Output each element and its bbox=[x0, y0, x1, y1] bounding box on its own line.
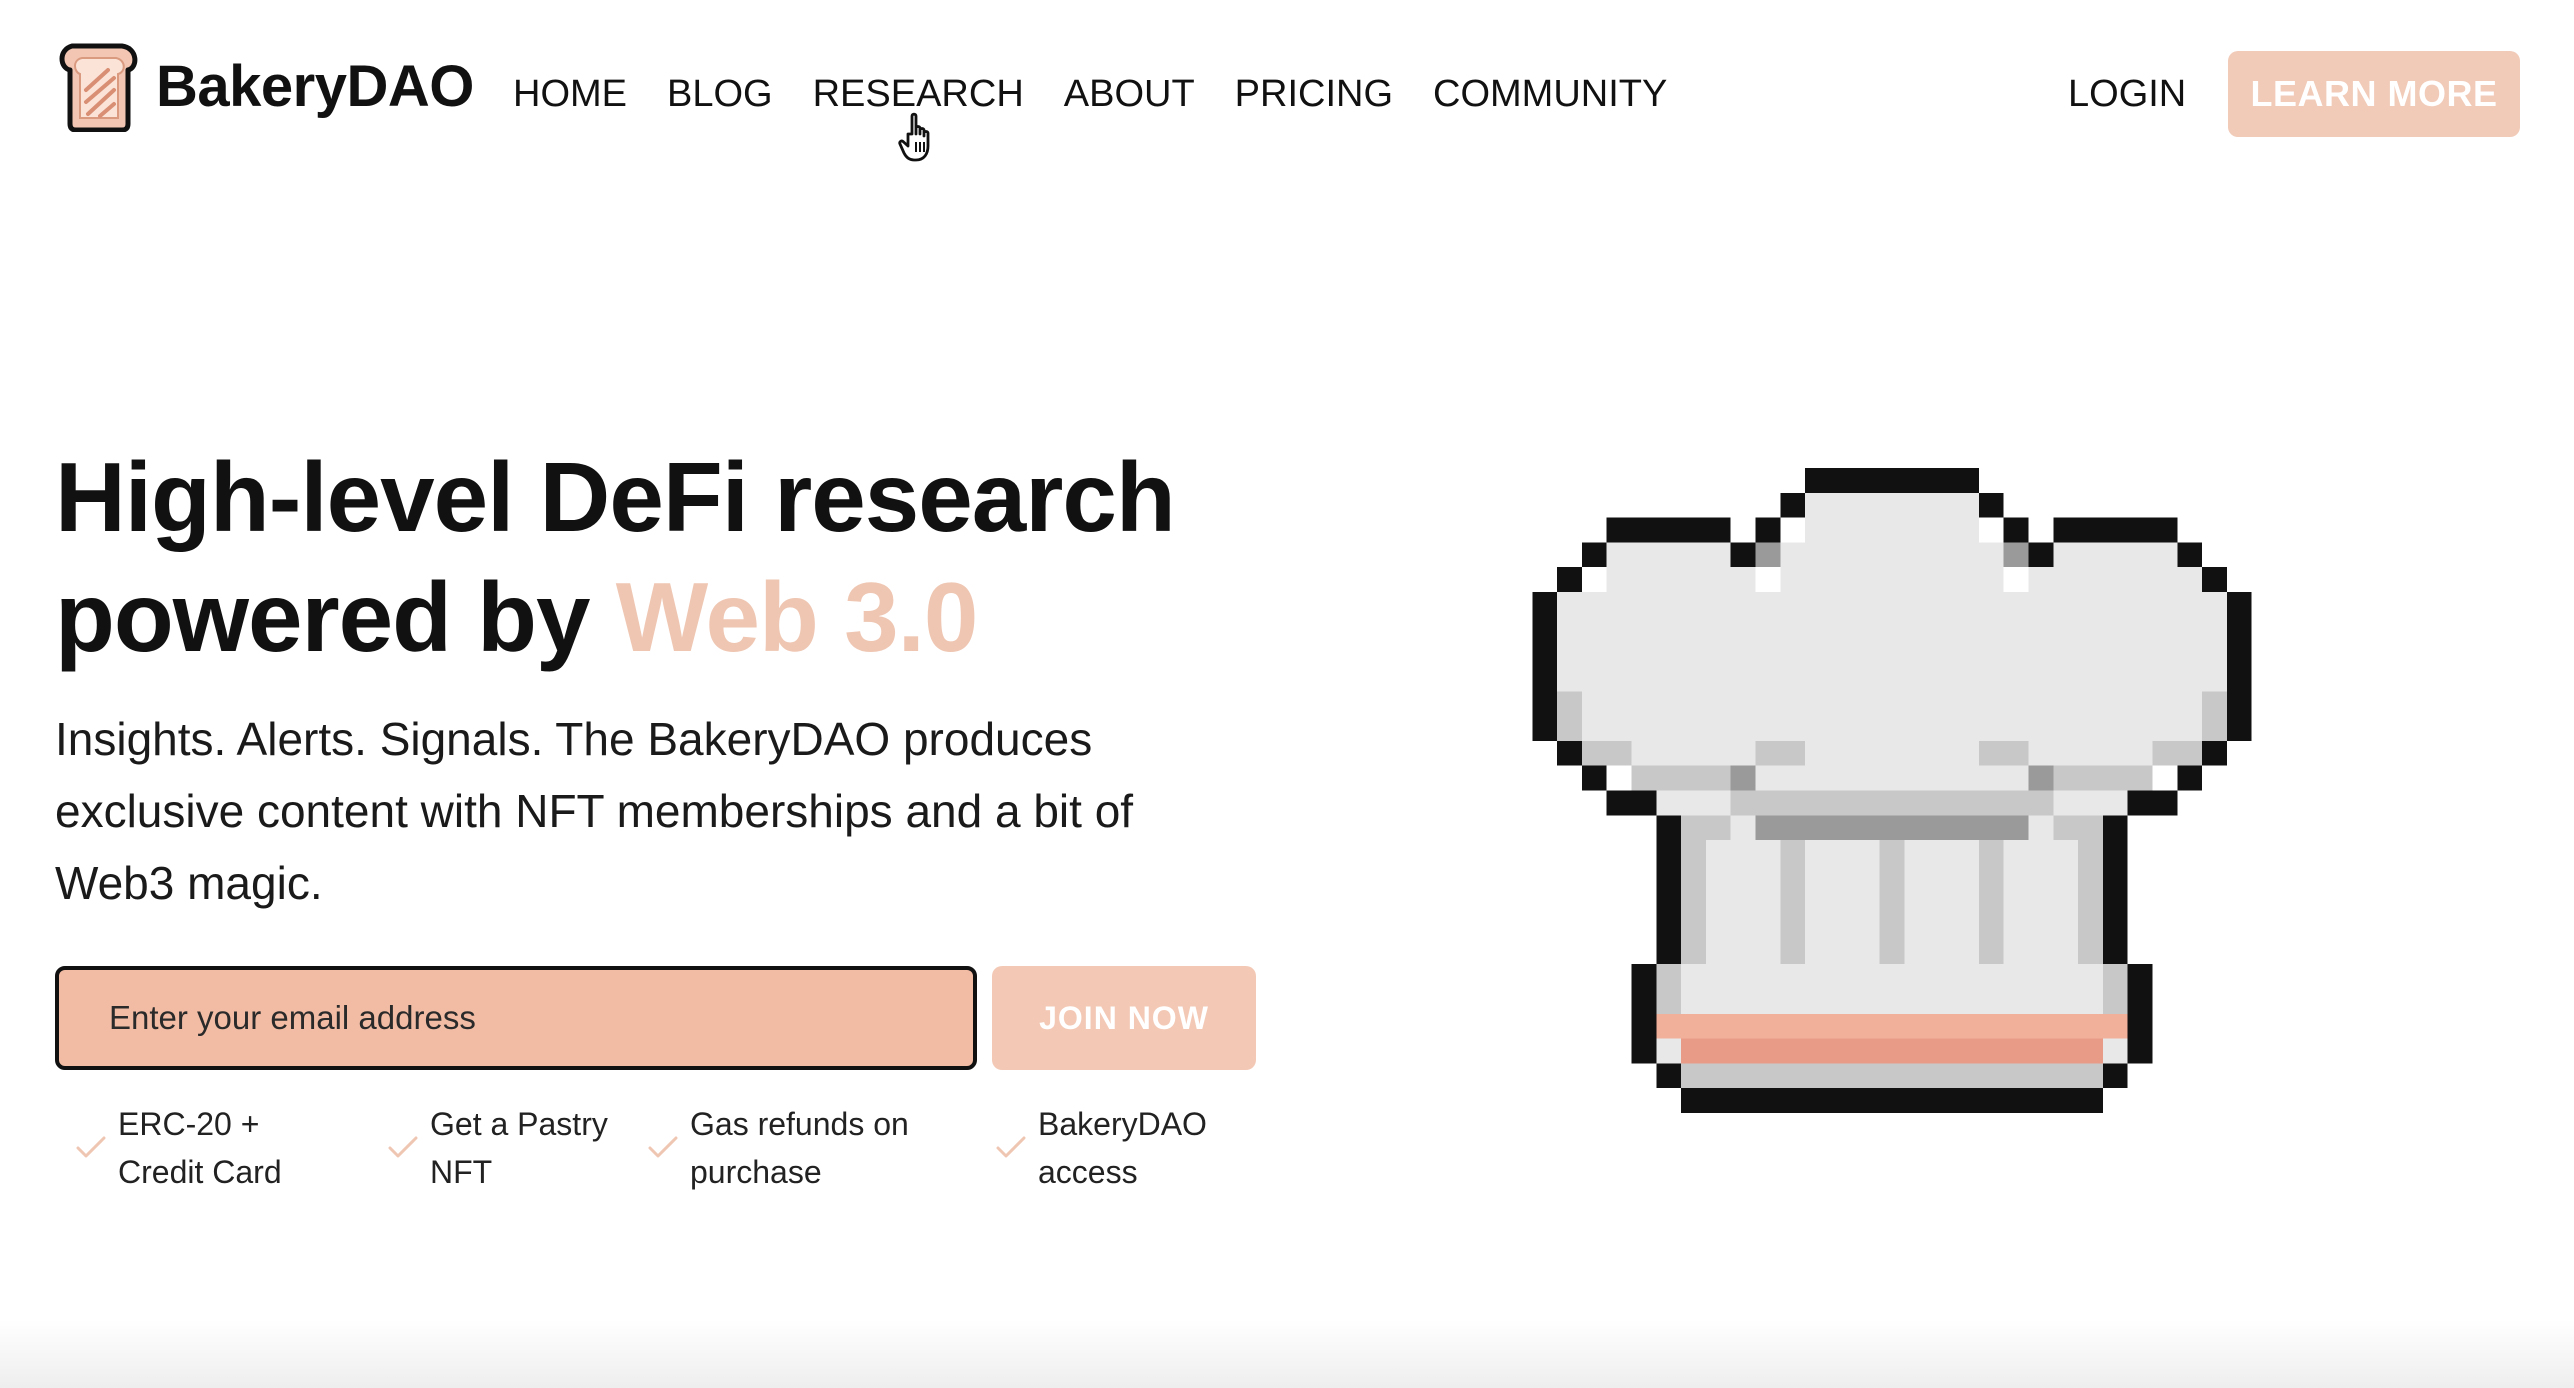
feature-label: BakeryDAO access bbox=[1038, 1106, 1207, 1190]
feature-label: Gas refunds on purchase bbox=[690, 1106, 909, 1190]
feature-label: Get a Pastry NFT bbox=[430, 1106, 608, 1190]
hero-subtext: Insights. Alerts. Signals. The BakeryDAO… bbox=[55, 713, 1134, 909]
check-icon bbox=[648, 1136, 678, 1158]
email-input[interactable] bbox=[55, 966, 977, 1070]
nav-link-home[interactable]: HOME bbox=[513, 64, 627, 124]
join-now-button[interactable]: JOIN NOW bbox=[992, 966, 1256, 1070]
brand-logo[interactable]: BakeryDAO bbox=[56, 40, 474, 132]
nav-link-about[interactable]: ABOUT bbox=[1064, 64, 1195, 124]
hero-headline: High-level DeFi research powered by Web … bbox=[55, 437, 1355, 677]
learn-more-button[interactable]: LEARN MORE bbox=[2228, 51, 2520, 137]
feature-label: ERC-20 + Credit Card bbox=[118, 1106, 282, 1190]
section-divider-shadow bbox=[0, 1320, 2574, 1388]
check-icon bbox=[76, 1136, 106, 1158]
nav-link-blog[interactable]: BLOG bbox=[667, 64, 773, 124]
login-link[interactable]: LOGIN bbox=[2068, 64, 2186, 124]
feature-item-gas-refunds: Gas refunds on purchase bbox=[646, 1100, 909, 1196]
check-icon bbox=[388, 1136, 418, 1158]
check-icon bbox=[996, 1136, 1026, 1158]
nav-link-pricing[interactable]: PRICING bbox=[1235, 64, 1393, 124]
feature-item-nft: Get a Pastry NFT bbox=[386, 1100, 608, 1196]
main-menu: HOME BLOG RESEARCH ABOUT PRICING COMMUNI… bbox=[513, 64, 1707, 124]
hand-pointer-cursor-icon bbox=[898, 112, 930, 162]
toast-logo-icon bbox=[59, 43, 138, 132]
hero-headline-accent: Web 3.0 bbox=[615, 562, 979, 672]
chef-hat-pixel-icon bbox=[1532, 468, 2252, 1113]
nav-link-community[interactable]: COMMUNITY bbox=[1433, 64, 1667, 124]
page: BakeryDAO HOME BLOG RESEARCH ABOUT PRICI… bbox=[0, 0, 2574, 1388]
feature-item-payment: ERC-20 + Credit Card bbox=[74, 1100, 282, 1196]
feature-item-access: BakeryDAO access bbox=[994, 1100, 1207, 1196]
brand-name: BakeryDAO bbox=[156, 53, 474, 119]
top-navigation: BakeryDAO HOME BLOG RESEARCH ABOUT PRICI… bbox=[0, 0, 2574, 190]
